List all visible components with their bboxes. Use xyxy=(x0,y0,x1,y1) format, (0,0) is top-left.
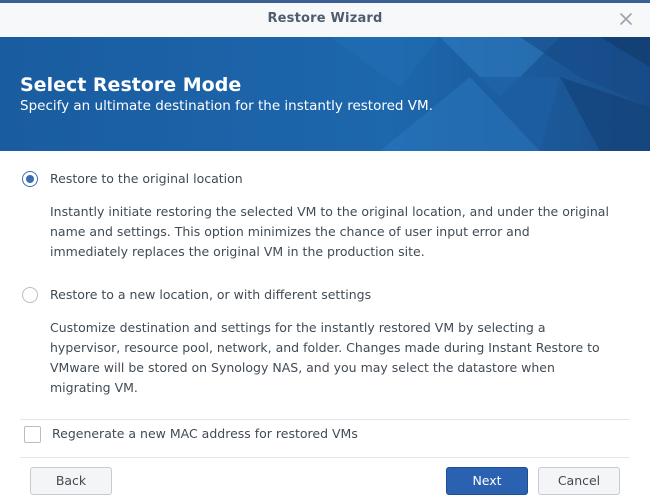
title-bar: Restore Wizard xyxy=(0,3,650,38)
radio-label-original: Restore to the original location xyxy=(50,171,243,186)
close-icon xyxy=(620,13,632,25)
banner-subtitle: Specify an ultimate destination for the … xyxy=(20,98,433,114)
radio-button-unchecked[interactable] xyxy=(22,287,38,303)
divider-top xyxy=(20,419,630,420)
window-title: Restore Wizard xyxy=(267,11,383,26)
banner-title: Select Restore Mode xyxy=(20,74,242,96)
regenerate-mac-checkbox[interactable] xyxy=(24,426,41,443)
radio-button-checked[interactable] xyxy=(22,171,38,187)
divider-bottom xyxy=(20,457,630,458)
radio-restore-new-location[interactable]: Restore to a new location, or with diffe… xyxy=(22,287,382,307)
next-button[interactable]: Next xyxy=(446,467,528,495)
option-new-location-description: Customize destination and settings for t… xyxy=(50,320,600,395)
cancel-button[interactable]: Cancel xyxy=(538,467,620,495)
restore-wizard-window: Restore Wizard Select Restore Mode Speci… xyxy=(0,0,650,501)
header-banner: Select Restore Mode Specify an ultimate … xyxy=(0,37,650,151)
regenerate-mac-label: Regenerate a new MAC address for restore… xyxy=(52,426,358,441)
radio-label-new-location: Restore to a new location, or with diffe… xyxy=(50,287,372,302)
option-original-description: Instantly initiate restoring the selecte… xyxy=(50,204,609,259)
back-button[interactable]: Back xyxy=(30,467,112,495)
close-button[interactable] xyxy=(616,9,636,29)
radio-restore-original[interactable]: Restore to the original location xyxy=(22,171,282,191)
